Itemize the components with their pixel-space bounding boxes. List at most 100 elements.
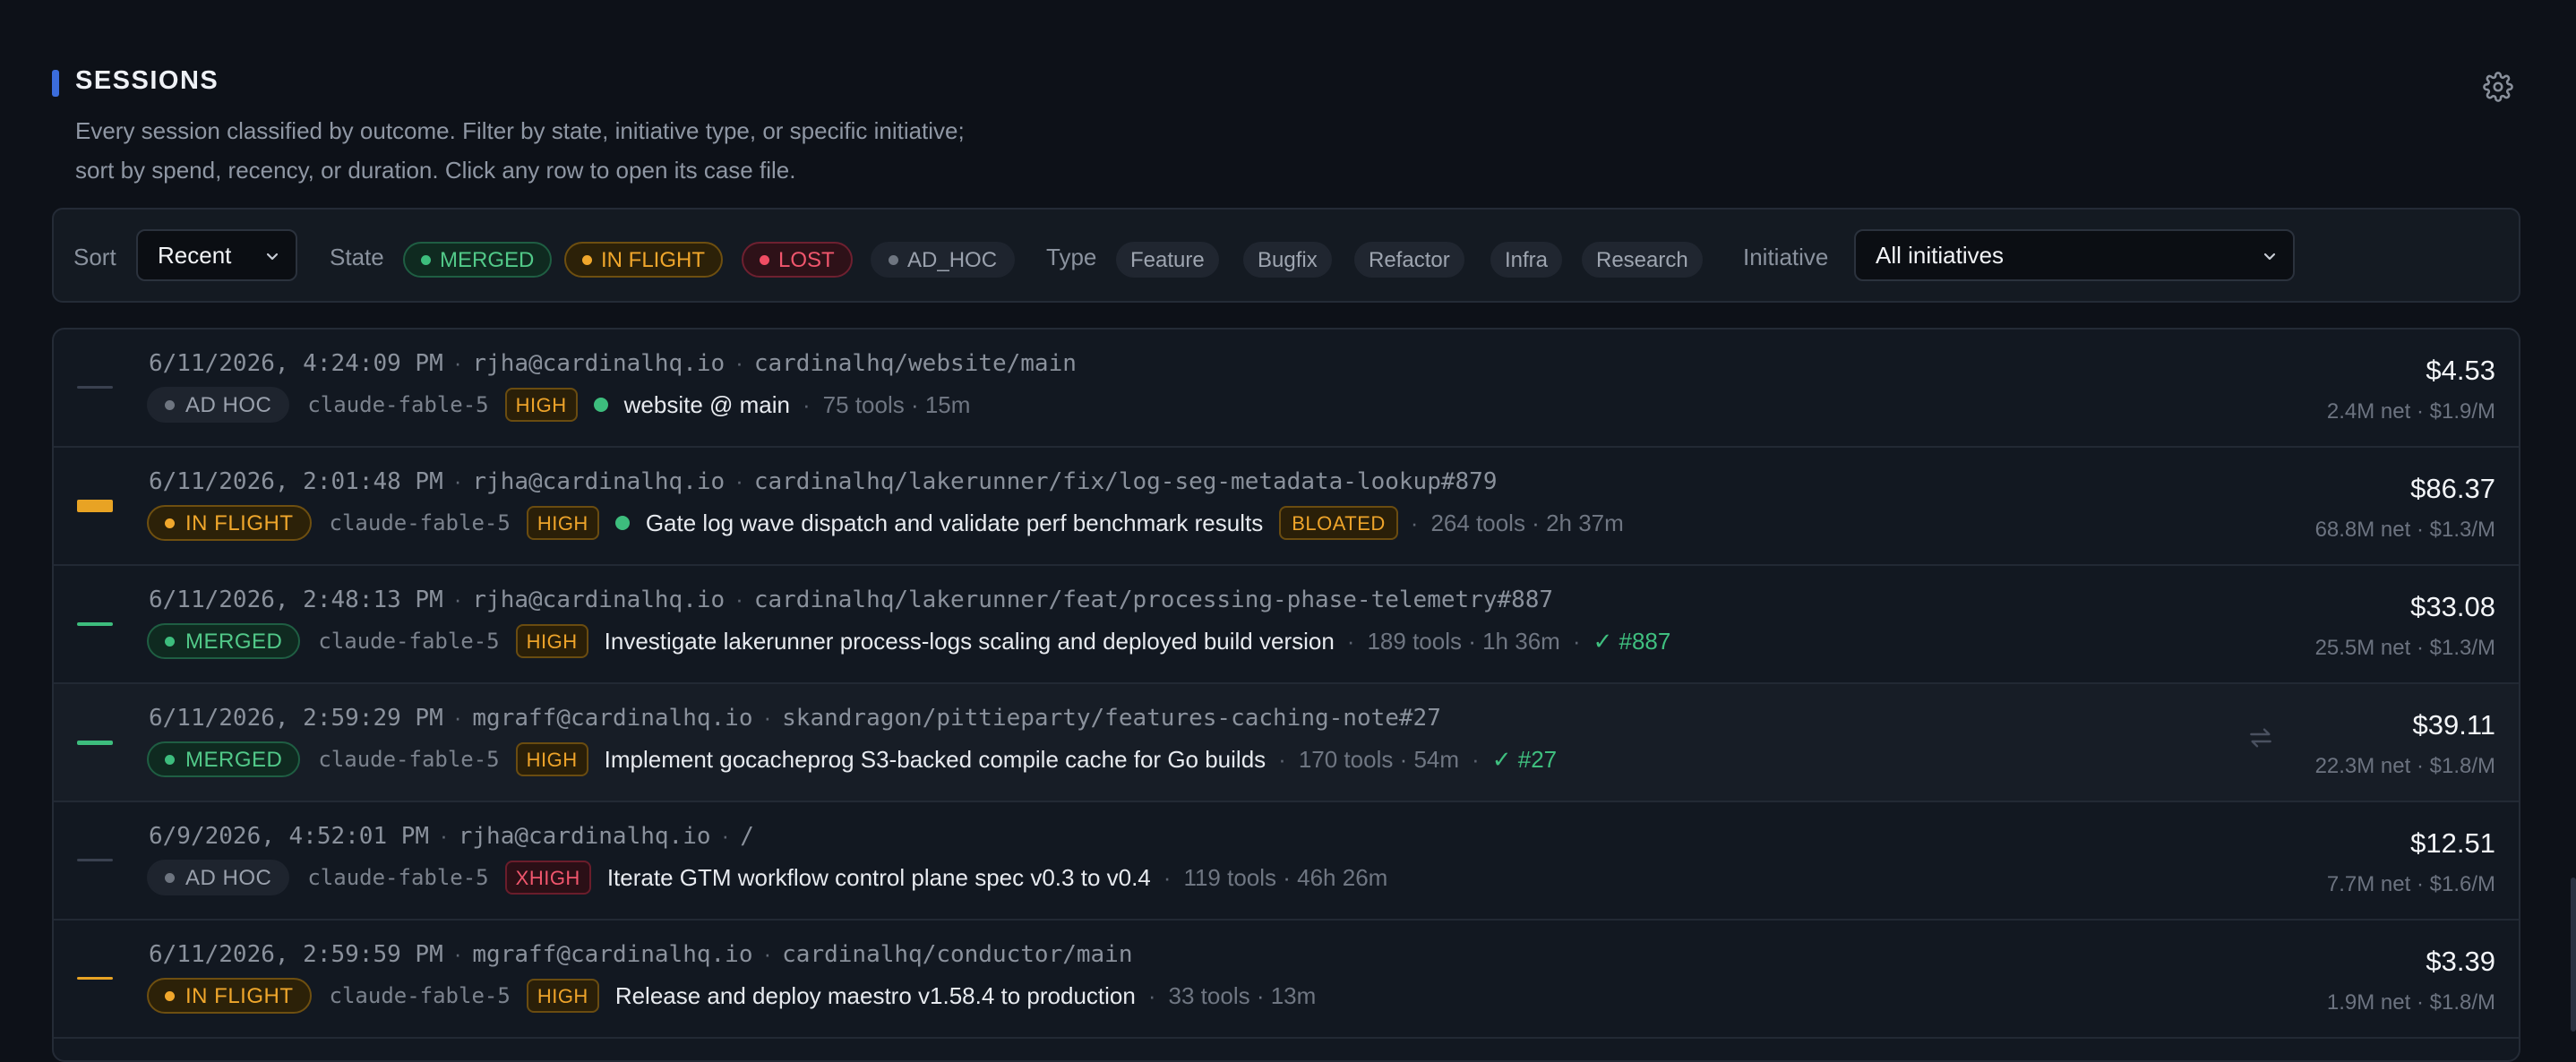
separator: · xyxy=(1278,745,1286,773)
session-meta: 6/9/2026, 4:52:01 PM · rjha@cardinalhq.io ·… xyxy=(149,822,754,850)
session-row[interactable]: 6/11/2026, 2:01:48 PM · rjha@cardinalhq.io… xyxy=(54,448,2519,566)
session-timestamp: 6/9/2026, 4:52:01 PM xyxy=(149,823,430,850)
session-net: 22.3M net · $1.8/M xyxy=(2314,754,2495,778)
session-ref: skandragon/pittieparty/features-caching-… xyxy=(782,705,1441,732)
pr-link[interactable]: ✓ #27 xyxy=(1492,746,1557,774)
priority-badge: HIGH xyxy=(515,742,588,776)
session-timestamp: 6/11/2026, 2:59:29 PM xyxy=(149,705,443,732)
separator: · xyxy=(440,822,448,849)
session-meta: 6/11/2026, 2:59:29 PM · mgraff@cardinalhq.… xyxy=(149,704,1441,732)
state-dot xyxy=(421,255,431,265)
state-dot xyxy=(582,255,592,265)
description-line-2: sort by spend, recency, or duration. Cli… xyxy=(75,157,796,184)
session-ref: cardinalhq/lakerunner/feat/processing-ph… xyxy=(753,587,1554,613)
swap-icon[interactable] xyxy=(2246,724,2275,752)
section-accent-bar xyxy=(52,70,59,97)
session-stats: 189 tools · 1h 36m xyxy=(1367,627,1560,655)
state-badge: AD HOC xyxy=(147,387,290,423)
initiative-select[interactable]: All initiatives xyxy=(1854,229,2295,281)
separator: · xyxy=(763,704,772,731)
session-user: mgraff@cardinalhq.io xyxy=(472,941,753,968)
filter-bar: Sort Recent State MERGED IN FLIGHT LOST … xyxy=(52,208,2520,303)
gear-icon[interactable] xyxy=(2483,72,2513,102)
session-row[interactable]: 6/11/2026, 2:59:29 PM · mgraff@cardinalhq.… xyxy=(54,684,2519,802)
priority-badge: HIGH xyxy=(504,388,578,422)
session-cost: $86.37 xyxy=(2410,473,2495,504)
session-row[interactable]: 6/11/2026, 2:59:59 PM · mgraff@cardinalhq.… xyxy=(54,921,2519,1039)
separator: · xyxy=(453,467,462,494)
session-meta: 6/11/2026, 2:59:59 PM · mgraff@cardinalhq.… xyxy=(149,940,1133,968)
type-filter-bugfix[interactable]: Bugfix xyxy=(1243,242,1332,278)
session-user: rjha@cardinalhq.io xyxy=(458,823,711,850)
session-user: rjha@cardinalhq.io xyxy=(472,350,726,377)
sessions-list: 6/11/2026, 4:24:09 PM · rjha@cardinalhq.io… xyxy=(52,328,2520,1062)
session-row[interactable]: 6/11/2026, 2:48:13 PM · rjha@cardinalhq.io… xyxy=(54,566,2519,684)
state-badge: AD HOC xyxy=(147,860,290,895)
description-line-1: Every session classified by outcome. Fil… xyxy=(75,117,965,144)
state-dot xyxy=(760,255,769,265)
scrollbar[interactable] xyxy=(2571,878,2576,1032)
state-filter-label: MERGED xyxy=(440,248,535,272)
session-stats: 264 tools · 2h 37m xyxy=(1430,509,1624,536)
session-row[interactable]: 6/11/2026, 4:24:09 PM · rjha@cardinalhq.io… xyxy=(54,330,2519,448)
pr-link[interactable]: ✓ #887 xyxy=(1593,628,1671,655)
state-filter-ad-hoc[interactable]: AD_HOC xyxy=(871,242,1016,278)
session-cost: $4.53 xyxy=(2426,355,2495,386)
type-filter-infra[interactable]: Infra xyxy=(1490,242,1563,278)
session-title: Implement gocacheprog S3-backed compile … xyxy=(604,745,1267,773)
separator: · xyxy=(1346,627,1355,655)
session-net: 2.4M net · $1.9/M xyxy=(2326,399,2495,424)
state-badge-label: MERGED xyxy=(185,629,283,654)
sort-select[interactable]: Recent xyxy=(136,229,297,281)
state-filter-in-flight[interactable]: IN FLIGHT xyxy=(564,242,724,278)
state-dot xyxy=(889,255,898,265)
initiative-select-value: All initiatives xyxy=(1876,242,2005,269)
state-indicator xyxy=(77,500,113,512)
state-indicator xyxy=(77,622,113,626)
initiative-label: Initiative xyxy=(1743,244,1829,270)
state-indicator xyxy=(77,741,113,745)
separator: · xyxy=(1572,627,1581,655)
separator: · xyxy=(763,940,772,967)
state-dot xyxy=(165,400,175,410)
session-details: MERGED claude-fable-5 HIGH Investigate l… xyxy=(147,621,1670,661)
chevron-down-icon xyxy=(2263,253,2276,261)
session-details: IN FLIGHT claude-fable-5 HIGH Release an… xyxy=(147,976,1316,1015)
state-dot xyxy=(165,755,175,765)
separator: · xyxy=(1472,745,1480,773)
session-user: mgraff@cardinalhq.io xyxy=(472,705,753,732)
session-details: AD HOC claude-fable-5 HIGH website @ mai… xyxy=(147,385,970,424)
separator: · xyxy=(1410,509,1419,536)
model-name: claude-fable-5 xyxy=(318,747,500,772)
state-badge-label: MERGED xyxy=(185,748,283,772)
session-title: Gate log wave dispatch and validate perf… xyxy=(645,509,1264,536)
session-title: Investigate lakerunner process-logs scal… xyxy=(604,627,1335,655)
session-user: rjha@cardinalhq.io xyxy=(472,468,726,495)
type-filter-research[interactable]: Research xyxy=(1582,242,1703,278)
type-filter-feature[interactable]: Feature xyxy=(1116,242,1219,278)
session-ref: cardinalhq/website/main xyxy=(753,350,1077,377)
status-dot xyxy=(593,398,608,412)
separator: · xyxy=(1147,981,1156,1009)
model-name: claude-fable-5 xyxy=(307,392,489,417)
separator: · xyxy=(453,349,462,376)
state-indicator xyxy=(77,977,113,980)
session-cost: $12.51 xyxy=(2410,827,2495,859)
separator: · xyxy=(803,390,811,418)
session-timestamp: 6/11/2026, 2:01:48 PM xyxy=(149,468,443,495)
status-dot xyxy=(614,516,630,530)
session-net: 1.9M net · $1.8/M xyxy=(2326,990,2495,1015)
session-details: AD HOC claude-fable-5 XHIGH Iterate GTM … xyxy=(147,858,1387,897)
state-badge: MERGED xyxy=(147,741,301,777)
priority-badge: HIGH xyxy=(526,979,599,1013)
state-filter-lost[interactable]: LOST xyxy=(742,242,853,278)
session-ref: cardinalhq/conductor/main xyxy=(782,941,1133,968)
session-net: 68.8M net · $1.3/M xyxy=(2314,518,2495,542)
session-stats: 170 tools · 54m xyxy=(1298,745,1460,773)
session-user: rjha@cardinalhq.io xyxy=(472,587,726,613)
session-row[interactable]: 6/9/2026, 4:52:01 PM · rjha@cardinalhq.io ·… xyxy=(54,802,2519,921)
type-filter-refactor[interactable]: Refactor xyxy=(1354,242,1464,278)
state-filter-merged[interactable]: MERGED xyxy=(403,242,553,278)
state-badge-label: IN FLIGHT xyxy=(185,984,294,1008)
state-dot xyxy=(165,637,175,647)
